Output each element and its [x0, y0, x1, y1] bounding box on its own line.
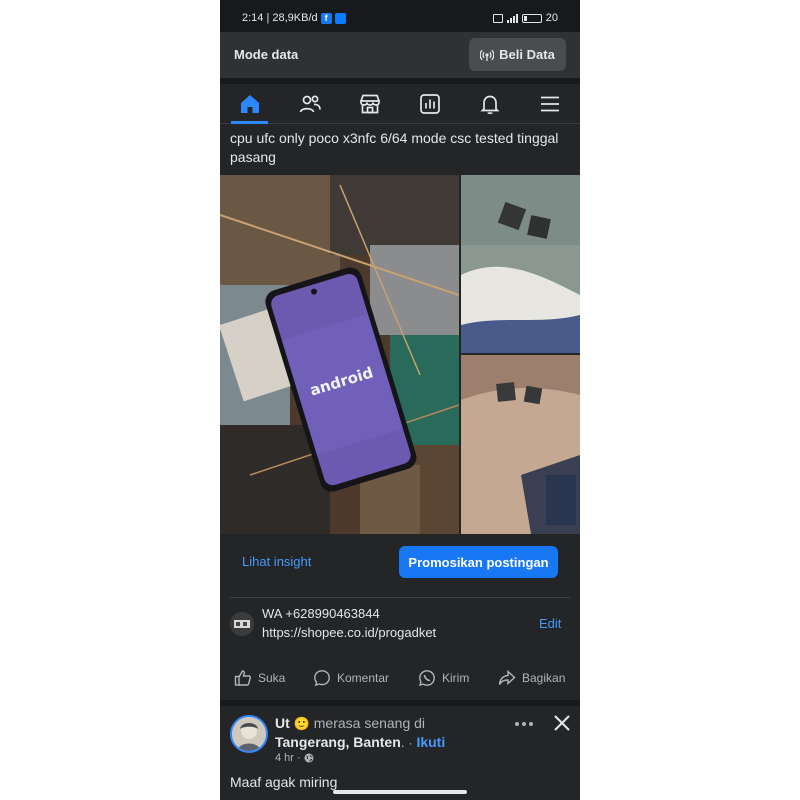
- send-button[interactable]: Kirim: [418, 664, 469, 692]
- post-photo-chips-2[interactable]: [461, 355, 580, 534]
- marketplace-icon: [360, 94, 380, 114]
- author-name[interactable]: Ut: [275, 715, 290, 731]
- menu-icon: [541, 96, 559, 112]
- share-icon: [498, 669, 516, 686]
- pinned-comment-line-1: WA +628990463844: [262, 606, 380, 621]
- status-left: 2:14 | 28,9KB/d f: [242, 12, 346, 24]
- buy-data-button[interactable]: Beli Data: [469, 38, 566, 71]
- comment-icon: [314, 670, 330, 687]
- active-tab-indicator: [231, 121, 268, 124]
- close-icon: [554, 715, 570, 731]
- like-label: Suka: [258, 671, 286, 685]
- post-meta: 4 hr ·: [275, 752, 314, 764]
- mode-data-label: Mode data: [234, 47, 299, 62]
- send-label: Kirim: [442, 671, 470, 685]
- post-photo-phone[interactable]: android: [220, 175, 459, 534]
- battery-icon: [521, 13, 542, 23]
- post-actions: Suka Komentar Kirim Bagikan: [220, 664, 580, 692]
- chips-in-hand-illustration: [461, 355, 580, 534]
- page-avatar[interactable]: [230, 612, 254, 636]
- buy-data-label: Beli Data: [499, 47, 555, 62]
- like-button[interactable]: Suka: [234, 664, 285, 692]
- more-options-button[interactable]: [512, 714, 536, 734]
- status-time-speed: 2:14 | 28,9KB/d: [242, 12, 318, 24]
- view-insights-link[interactable]: Lihat insight: [242, 554, 311, 569]
- nav-marketplace[interactable]: [350, 84, 390, 124]
- divider: [230, 597, 570, 598]
- phone-screen: 2:14 | 28,9KB/d f 20 Mode data Beli Data…: [220, 0, 580, 800]
- next-post-header: Ut 🙂 merasa senang di Tangerang, Banten.…: [275, 714, 500, 752]
- facebook-notification-icon: f: [320, 12, 332, 24]
- share-label: Bagikan: [522, 671, 566, 685]
- friends-icon: [299, 95, 321, 113]
- location-link[interactable]: Tangerang, Banten: [275, 734, 401, 750]
- dashboard-icon: [420, 94, 440, 114]
- author-avatar[interactable]: [230, 715, 268, 753]
- post-time: 4 hr: [275, 752, 294, 764]
- feeling-emoji: 🙂: [293, 716, 310, 731]
- home-icon: [241, 95, 259, 113]
- separator: [220, 700, 580, 706]
- top-nav-bar: [220, 84, 580, 124]
- pinned-comment-link[interactable]: https://shopee.co.id/progadket: [262, 625, 436, 640]
- separator-dot: ·: [296, 752, 301, 764]
- battery-level: 20: [545, 12, 558, 24]
- post-photo-chips-1[interactable]: [461, 175, 580, 353]
- avatar-image: [230, 612, 254, 636]
- thumbs-up-icon: [234, 670, 252, 686]
- messenger-notification-icon: [334, 12, 346, 24]
- data-mode-bar: Mode data Beli Data: [220, 32, 580, 78]
- nav-notifications[interactable]: [470, 84, 510, 124]
- status-bar: 2:14 | 28,9KB/d f 20: [220, 0, 580, 32]
- next-post-text: Maaf agak miring: [230, 774, 338, 790]
- bell-icon: [480, 95, 500, 115]
- signal-icon: [506, 13, 518, 23]
- chips-photo-illustration: [461, 175, 580, 353]
- home-indicator[interactable]: [333, 790, 467, 794]
- comment-label: Komentar: [337, 671, 390, 685]
- feeling-text: merasa senang di: [313, 715, 426, 731]
- close-button[interactable]: [551, 712, 573, 734]
- nav-home[interactable]: [230, 84, 270, 124]
- edit-button[interactable]: Edit: [539, 616, 561, 631]
- location-dot: .: [400, 734, 405, 750]
- nfc-icon: [492, 13, 503, 23]
- ellipsis-icon: [515, 722, 533, 726]
- nav-friends[interactable]: [290, 84, 330, 124]
- follow-link[interactable]: Ikuti: [416, 734, 445, 750]
- share-button[interactable]: Bagikan: [498, 664, 565, 692]
- promote-post-button[interactable]: Promosikan postingan: [399, 546, 558, 578]
- whatsapp-icon: [418, 670, 435, 687]
- nav-menu[interactable]: [530, 84, 570, 124]
- nav-dashboard[interactable]: [410, 84, 450, 124]
- wireless-icon: [480, 49, 495, 61]
- separator-dot: ·: [408, 736, 413, 750]
- status-right: 20: [492, 12, 558, 24]
- comment-button[interactable]: Komentar: [313, 664, 389, 692]
- phone-photo-illustration: android: [220, 175, 459, 534]
- globe-icon: [304, 753, 314, 763]
- post-text: cpu ufc only poco x3nfc 6/64 mode csc te…: [230, 130, 559, 165]
- avatar-image: [232, 717, 266, 751]
